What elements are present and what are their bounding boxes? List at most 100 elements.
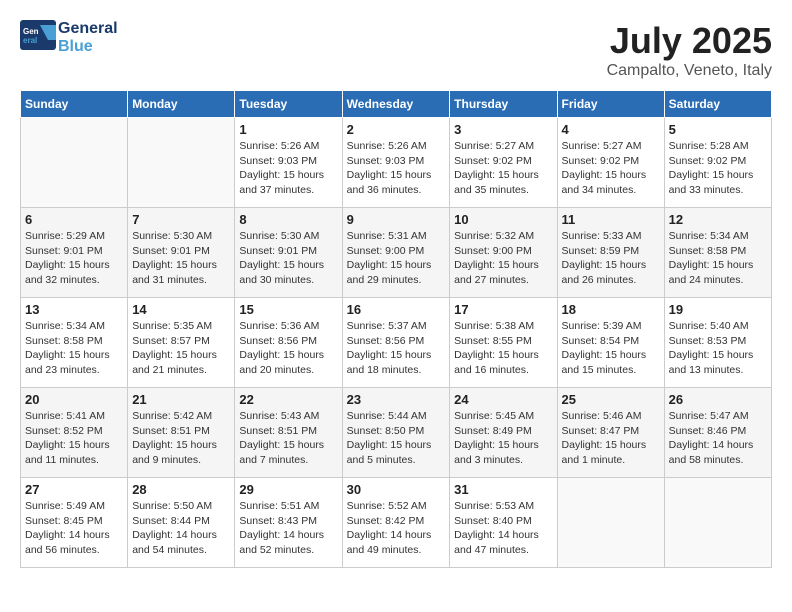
day-number: 31: [454, 482, 552, 497]
calendar-cell: 18Sunrise: 5:39 AM Sunset: 8:54 PM Dayli…: [557, 298, 664, 388]
day-info: Sunrise: 5:40 AM Sunset: 8:53 PM Dayligh…: [669, 319, 767, 378]
calendar-cell: 17 Sunrise: 5:38 AM Sunset: 8:55 PM Dayli…: [450, 298, 557, 388]
calendar-week-row: 13 Sunrise: 5:34 AM Sunset: 8:58 PM Dayli…: [21, 298, 772, 388]
calendar-cell: [21, 118, 128, 208]
calendar-cell: 1Sunrise: 5:26 AM Sunset: 9:03 PM Daylig…: [235, 118, 342, 208]
calendar-cell: 27 Sunrise: 5:49 AM Sunset: 8:45 PM Dayli…: [21, 478, 128, 568]
calendar-cell: 26 Sunrise: 5:47 AM Sunset: 8:46 PM Dayli…: [664, 388, 771, 478]
calendar-week-row: 1Sunrise: 5:26 AM Sunset: 9:03 PM Daylig…: [21, 118, 772, 208]
day-number: 19: [669, 302, 767, 317]
day-info: Sunrise: 5:26 AM Sunset: 9:03 PM Dayligh…: [239, 139, 337, 198]
weekday-header: Wednesday: [342, 91, 450, 118]
day-number: 12: [669, 212, 767, 227]
calendar-cell: 25 Sunrise: 5:46 AM Sunset: 8:47 PM Dayli…: [557, 388, 664, 478]
weekday-header-row: SundayMondayTuesdayWednesdayThursdayFrid…: [21, 91, 772, 118]
calendar-cell: 9Sunrise: 5:31 AM Sunset: 9:00 PM Daylig…: [342, 208, 450, 298]
calendar-cell: 21Sunrise: 5:42 AM Sunset: 8:51 PM Dayli…: [128, 388, 235, 478]
day-info: Sunrise: 5:36 AM Sunset: 8:56 PM Dayligh…: [239, 319, 337, 378]
calendar-cell: [128, 118, 235, 208]
calendar-cell: 22Sunrise: 5:43 AM Sunset: 8:51 PM Dayli…: [235, 388, 342, 478]
day-number: 11: [562, 212, 660, 227]
day-number: 15: [239, 302, 337, 317]
calendar-cell: 4 Sunrise: 5:27 AM Sunset: 9:02 PM Daylig…: [557, 118, 664, 208]
day-number: 27: [25, 482, 123, 497]
day-info: Sunrise: 5:50 AM Sunset: 8:44 PM Dayligh…: [132, 499, 230, 558]
weekday-header: Thursday: [450, 91, 557, 118]
day-number: 3: [454, 122, 552, 137]
calendar-cell: 16 Sunrise: 5:37 AM Sunset: 8:56 PM Dayli…: [342, 298, 450, 388]
calendar-cell: 10 Sunrise: 5:32 AM Sunset: 9:00 PM Dayli…: [450, 208, 557, 298]
day-number: 20: [25, 392, 123, 407]
day-number: 16: [347, 302, 446, 317]
svg-text:Gen: Gen: [23, 27, 39, 36]
calendar-cell: 3Sunrise: 5:27 AM Sunset: 9:02 PM Daylig…: [450, 118, 557, 208]
calendar-cell: 8 Sunrise: 5:30 AM Sunset: 9:01 PM Daylig…: [235, 208, 342, 298]
day-number: 7: [132, 212, 230, 227]
day-number: 8: [239, 212, 337, 227]
day-info: Sunrise: 5:51 AM Sunset: 8:43 PM Dayligh…: [239, 499, 337, 558]
page-header: Gen eral General Blue July 2025 Campalto…: [20, 20, 772, 80]
calendar-cell: 20 Sunrise: 5:41 AM Sunset: 8:52 PM Dayli…: [21, 388, 128, 478]
day-info: Sunrise: 5:26 AM Sunset: 9:03 PM Dayligh…: [347, 139, 446, 198]
day-number: 25: [562, 392, 660, 407]
day-number: 6: [25, 212, 123, 227]
calendar-cell: 15 Sunrise: 5:36 AM Sunset: 8:56 PM Dayli…: [235, 298, 342, 388]
calendar-cell: 13 Sunrise: 5:34 AM Sunset: 8:58 PM Dayli…: [21, 298, 128, 388]
day-number: 17: [454, 302, 552, 317]
day-number: 23: [347, 392, 446, 407]
day-info: Sunrise: 5:47 AM Sunset: 8:46 PM Dayligh…: [669, 409, 767, 468]
calendar-cell: 7Sunrise: 5:30 AM Sunset: 9:01 PM Daylig…: [128, 208, 235, 298]
day-info: Sunrise: 5:27 AM Sunset: 9:02 PM Dayligh…: [562, 139, 660, 198]
title-section: July 2025 Campalto, Veneto, Italy: [607, 20, 772, 80]
day-number: 21: [132, 392, 230, 407]
weekday-header: Friday: [557, 91, 664, 118]
calendar-cell: 30 Sunrise: 5:52 AM Sunset: 8:42 PM Dayli…: [342, 478, 450, 568]
day-info: Sunrise: 5:28 AM Sunset: 9:02 PM Dayligh…: [669, 139, 767, 198]
day-info: Sunrise: 5:43 AM Sunset: 8:51 PM Dayligh…: [239, 409, 337, 468]
day-info: Sunrise: 5:45 AM Sunset: 8:49 PM Dayligh…: [454, 409, 552, 468]
calendar-cell: 19 Sunrise: 5:40 AM Sunset: 8:53 PM Dayli…: [664, 298, 771, 388]
location: Campalto, Veneto, Italy: [607, 62, 772, 80]
day-number: 26: [669, 392, 767, 407]
day-info: Sunrise: 5:32 AM Sunset: 9:00 PM Dayligh…: [454, 229, 552, 288]
day-info: Sunrise: 5:53 AM Sunset: 8:40 PM Dayligh…: [454, 499, 552, 558]
day-info: Sunrise: 5:30 AM Sunset: 9:01 PM Dayligh…: [239, 229, 337, 288]
logo-icon: Gen eral: [20, 20, 56, 50]
calendar-week-row: 27 Sunrise: 5:49 AM Sunset: 8:45 PM Dayli…: [21, 478, 772, 568]
logo: Gen eral General Blue: [20, 20, 118, 55]
day-number: 18: [562, 302, 660, 317]
day-number: 13: [25, 302, 123, 317]
day-number: 29: [239, 482, 337, 497]
day-number: 10: [454, 212, 552, 227]
calendar-cell: 28Sunrise: 5:50 AM Sunset: 8:44 PM Dayli…: [128, 478, 235, 568]
day-info: Sunrise: 5:41 AM Sunset: 8:52 PM Dayligh…: [25, 409, 123, 468]
logo-text-general: General: [58, 20, 118, 38]
day-info: Sunrise: 5:31 AM Sunset: 9:00 PM Dayligh…: [347, 229, 446, 288]
weekday-header: Saturday: [664, 91, 771, 118]
day-info: Sunrise: 5:52 AM Sunset: 8:42 PM Dayligh…: [347, 499, 446, 558]
day-number: 30: [347, 482, 446, 497]
day-number: 14: [132, 302, 230, 317]
weekday-header: Tuesday: [235, 91, 342, 118]
weekday-header: Monday: [128, 91, 235, 118]
day-number: 4: [562, 122, 660, 137]
logo-text-blue: Blue: [58, 38, 118, 56]
calendar-cell: 14Sunrise: 5:35 AM Sunset: 8:57 PM Dayli…: [128, 298, 235, 388]
day-number: 24: [454, 392, 552, 407]
calendar-cell: 24 Sunrise: 5:45 AM Sunset: 8:49 PM Dayli…: [450, 388, 557, 478]
calendar-cell: 12 Sunrise: 5:34 AM Sunset: 8:58 PM Dayli…: [664, 208, 771, 298]
day-info: Sunrise: 5:44 AM Sunset: 8:50 PM Dayligh…: [347, 409, 446, 468]
day-info: Sunrise: 5:37 AM Sunset: 8:56 PM Dayligh…: [347, 319, 446, 378]
calendar-cell: 23 Sunrise: 5:44 AM Sunset: 8:50 PM Dayli…: [342, 388, 450, 478]
day-info: Sunrise: 5:49 AM Sunset: 8:45 PM Dayligh…: [25, 499, 123, 558]
day-info: Sunrise: 5:34 AM Sunset: 8:58 PM Dayligh…: [669, 229, 767, 288]
day-info: Sunrise: 5:33 AM Sunset: 8:59 PM Dayligh…: [562, 229, 660, 288]
calendar-cell: 2 Sunrise: 5:26 AM Sunset: 9:03 PM Daylig…: [342, 118, 450, 208]
calendar-cell: 6 Sunrise: 5:29 AM Sunset: 9:01 PM Daylig…: [21, 208, 128, 298]
day-info: Sunrise: 5:34 AM Sunset: 8:58 PM Dayligh…: [25, 319, 123, 378]
day-info: Sunrise: 5:46 AM Sunset: 8:47 PM Dayligh…: [562, 409, 660, 468]
day-info: Sunrise: 5:38 AM Sunset: 8:55 PM Dayligh…: [454, 319, 552, 378]
calendar-week-row: 20 Sunrise: 5:41 AM Sunset: 8:52 PM Dayli…: [21, 388, 772, 478]
day-info: Sunrise: 5:29 AM Sunset: 9:01 PM Dayligh…: [25, 229, 123, 288]
day-number: 2: [347, 122, 446, 137]
